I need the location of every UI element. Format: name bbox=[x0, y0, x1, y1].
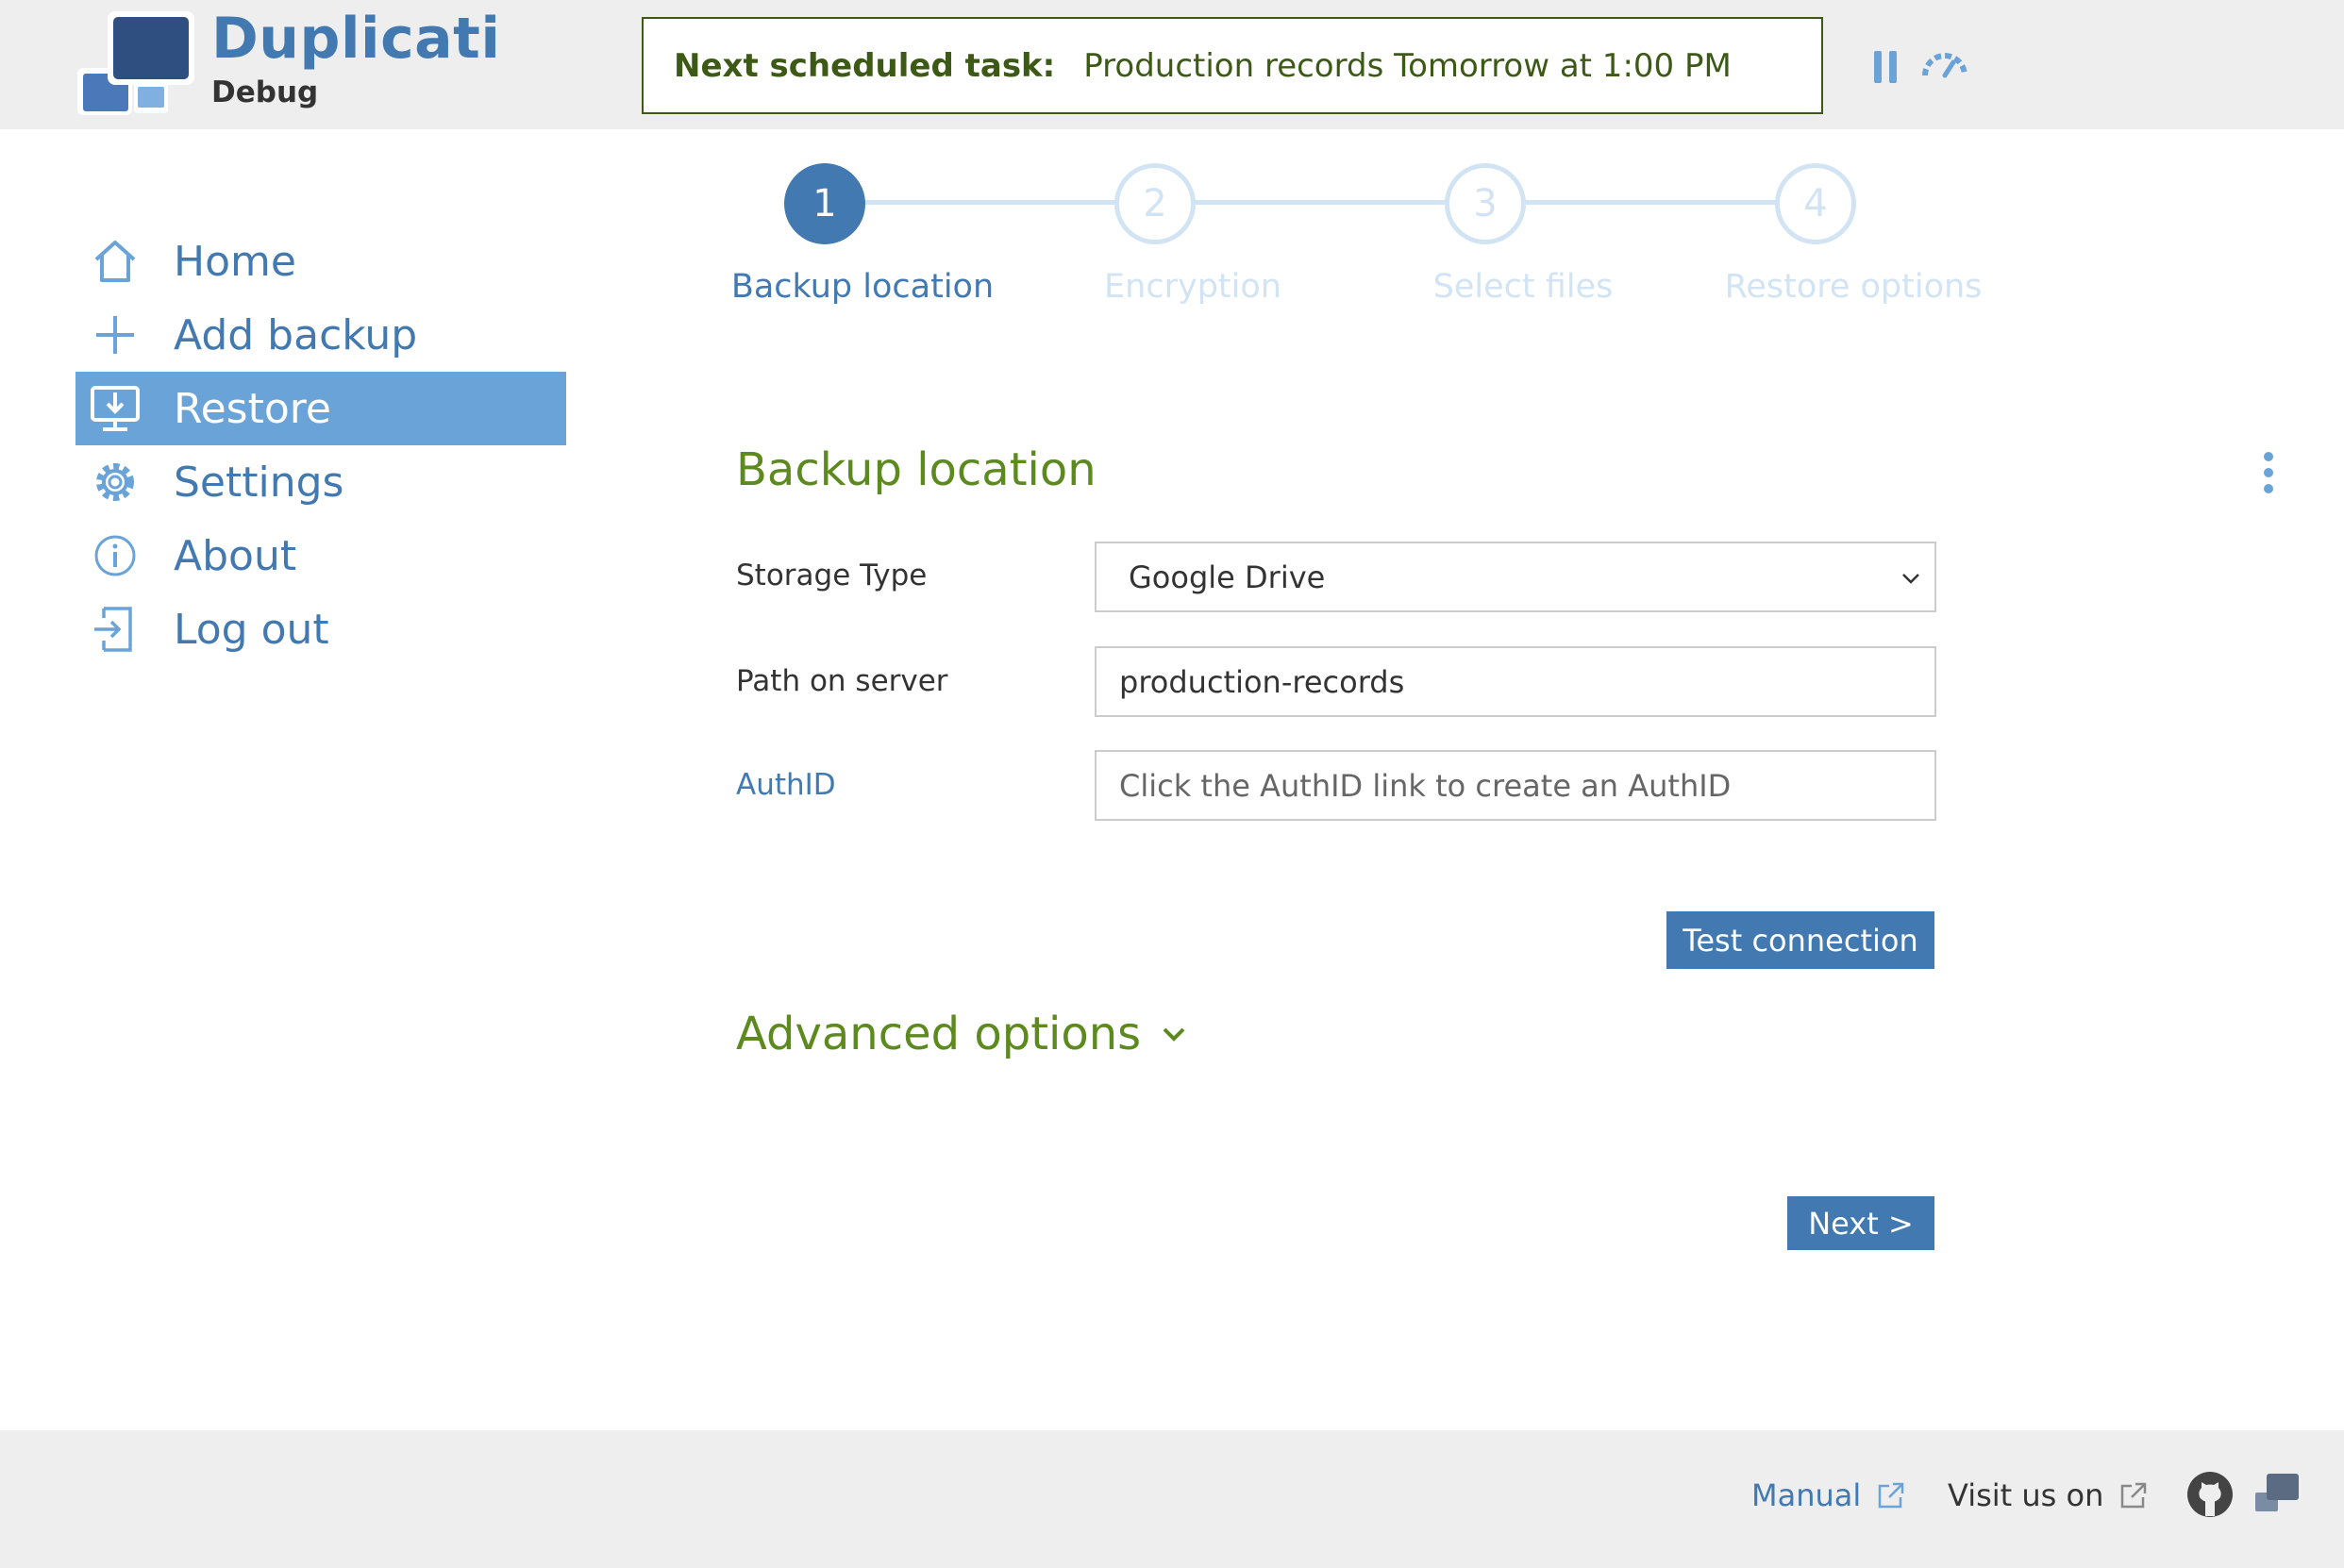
sidebar-item-add-backup[interactable]: Add backup bbox=[75, 298, 566, 372]
header-bar: Duplicati Debug Next scheduled task: Pro… bbox=[0, 0, 2344, 129]
path-input[interactable]: production-records bbox=[1095, 646, 1936, 717]
stepper-line bbox=[825, 200, 1816, 205]
sidebar-item-label: Home bbox=[174, 237, 296, 286]
sidebar-item-label: Settings bbox=[174, 458, 344, 507]
plus-icon bbox=[87, 309, 143, 361]
step-3-label[interactable]: Select files bbox=[1353, 268, 1693, 306]
next-button[interactable]: Next > bbox=[1787, 1196, 1934, 1250]
gear-icon bbox=[87, 456, 143, 509]
sidebar-item-log-out[interactable]: Log out bbox=[75, 592, 566, 666]
duplicati-logo-icon[interactable] bbox=[75, 11, 196, 117]
manual-label: Manual bbox=[1751, 1477, 1862, 1513]
advanced-options-label: Advanced options bbox=[736, 1008, 1142, 1060]
path-label: Path on server bbox=[736, 664, 948, 698]
chevron-down-icon bbox=[1163, 1027, 1185, 1042]
more-options-icon[interactable] bbox=[2261, 451, 2276, 494]
home-icon bbox=[87, 235, 143, 288]
next-scheduled-task: Next scheduled task: Production records … bbox=[642, 17, 1823, 114]
sidebar-item-about[interactable]: About bbox=[75, 519, 566, 592]
step-1-circle[interactable]: 1 bbox=[784, 163, 865, 244]
sidebar-item-restore[interactable]: Restore bbox=[75, 372, 566, 445]
github-icon[interactable] bbox=[2185, 1470, 2235, 1519]
step-4-label[interactable]: Restore options bbox=[1683, 268, 2023, 306]
logout-icon bbox=[87, 603, 143, 656]
sidebar-item-settings[interactable]: Settings bbox=[75, 445, 566, 519]
sidebar-item-home[interactable]: Home bbox=[75, 225, 566, 298]
step-2-label[interactable]: Encryption bbox=[1023, 268, 1363, 306]
chevron-down-icon bbox=[1902, 574, 1919, 584]
next-task-value[interactable]: Production records Tomorrow at 1:00 PM bbox=[1083, 47, 1732, 85]
sidebar-item-label: Log out bbox=[174, 605, 329, 654]
section-title: Backup location bbox=[736, 443, 1097, 496]
pause-icon[interactable] bbox=[1872, 51, 1899, 83]
step-2-circle[interactable]: 2 bbox=[1114, 163, 1196, 244]
storage-type-value: Google Drive bbox=[1129, 559, 1326, 595]
external-link-icon bbox=[2121, 1482, 2147, 1509]
sidebar-item-label: Add backup bbox=[174, 310, 418, 359]
app-title[interactable]: Duplicati bbox=[211, 6, 500, 72]
test-connection-button[interactable]: Test connection bbox=[1666, 911, 1934, 969]
info-icon bbox=[87, 529, 143, 582]
authid-link[interactable]: AuthID bbox=[736, 768, 836, 802]
throttle-icon[interactable] bbox=[1919, 51, 1970, 79]
sidebar-item-label: About bbox=[174, 531, 297, 580]
sidebar-item-label: Restore bbox=[174, 384, 331, 433]
restore-monitor-icon bbox=[87, 382, 143, 435]
storage-type-label: Storage Type bbox=[736, 559, 928, 592]
advanced-options-toggle[interactable]: Advanced options bbox=[736, 1008, 1188, 1060]
duplicati-logo-icon[interactable] bbox=[2253, 1472, 2301, 1513]
manual-link[interactable]: Manual bbox=[1751, 1477, 1906, 1513]
external-link-icon bbox=[1879, 1482, 1904, 1509]
app-subtitle: Debug bbox=[211, 75, 319, 109]
next-task-label: Next scheduled task: bbox=[674, 46, 1056, 85]
visit-us-label: Visit us on bbox=[1948, 1477, 2104, 1513]
authid-input[interactable]: Click the AuthID link to create an AuthI… bbox=[1095, 750, 1936, 821]
storage-type-select[interactable]: Google Drive bbox=[1095, 542, 1936, 612]
visit-us-link[interactable]: Visit us on bbox=[1948, 1477, 2149, 1513]
step-3-circle[interactable]: 3 bbox=[1445, 163, 1526, 244]
step-1-label[interactable]: Backup location bbox=[693, 268, 1032, 306]
step-4-circle[interactable]: 4 bbox=[1775, 163, 1856, 244]
